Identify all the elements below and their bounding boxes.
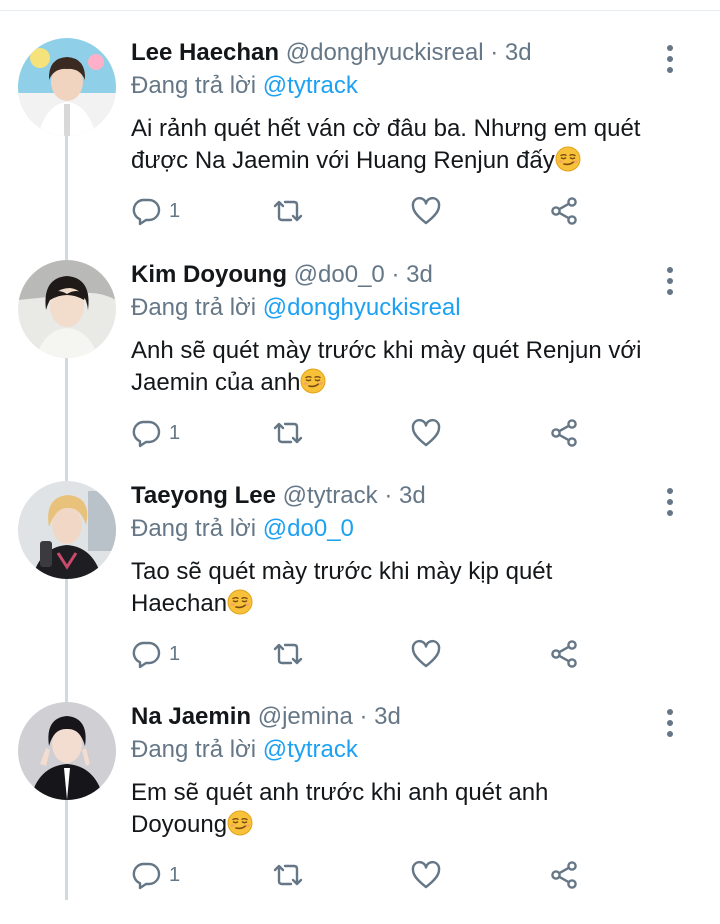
timestamp[interactable]: 3d [505,39,532,66]
avatar[interactable] [18,481,116,579]
retweet-button[interactable] [271,639,305,669]
timestamp[interactable]: 3d [406,261,433,288]
reply-icon [131,418,161,448]
share-button[interactable] [549,639,579,669]
display-name[interactable]: Lee Haechan [131,39,279,66]
separator-dot: · [359,703,368,730]
smirk-emoji-icon [227,589,253,615]
reply-prefix: Đang trả lời [131,515,257,542]
reply-context: Đang trả lời @tytrack [131,735,651,765]
retweet-button[interactable] [271,196,305,226]
reply-target-link[interactable]: @tytrack [263,736,358,763]
share-button[interactable] [549,418,579,448]
separator-dot: · [384,482,393,509]
user-handle[interactable]: @tytrack [283,482,378,509]
retweet-icon [271,639,305,669]
tweet-text: Em sẽ quét anh trước khi anh quét anh Do… [131,777,611,841]
reply-count: 1 [169,642,181,665]
smirk-emoji-icon [227,810,253,836]
tweet-item[interactable]: Lee Haechan @donghyuckisreal · 3d Đang t… [0,38,720,260]
tweet-actions: 1 [131,196,591,226]
display-name[interactable]: Na Jaemin [131,703,251,730]
user-handle[interactable]: @do0_0 [294,261,385,288]
more-icon[interactable] [658,42,682,76]
tweet-actions: 1 [131,418,591,448]
reply-button[interactable]: 1 [131,196,180,226]
display-name[interactable]: Kim Doyoung [131,261,287,288]
separator-dot: · [490,39,499,66]
reply-context: Đang trả lời @tytrack [131,71,651,101]
reply-count: 1 [169,199,181,222]
user-handle[interactable]: @jemina [258,703,353,730]
reply-button[interactable]: 1 [131,860,180,890]
reply-target-link[interactable]: @tytrack [263,72,358,99]
tweet-item[interactable]: Na Jaemin @jemina · 3d Đang trả lời @tyt… [0,702,720,924]
more-icon[interactable] [658,485,682,519]
smirk-emoji-icon [555,146,581,172]
more-icon[interactable] [658,264,682,298]
share-icon [549,196,579,226]
reply-context: Đang trả lời @do0_0 [131,514,651,544]
like-icon [410,860,442,890]
tweet-actions: 1 [131,860,591,890]
more-icon[interactable] [658,706,682,740]
reply-target-link[interactable]: @donghyuckisreal [263,294,461,321]
reply-prefix: Đang trả lời [131,294,257,321]
reply-target-link[interactable]: @do0_0 [263,515,354,542]
reply-button[interactable]: 1 [131,418,180,448]
like-button[interactable] [410,860,442,890]
like-icon [410,196,442,226]
timestamp[interactable]: 3d [374,703,401,730]
retweet-button[interactable] [271,860,305,890]
top-divider [0,10,720,11]
avatar[interactable] [18,260,116,358]
display-name[interactable]: Taeyong Lee [131,482,276,509]
reply-context: Đang trả lời @donghyuckisreal [131,293,651,323]
like-button[interactable] [410,196,442,226]
share-icon [549,418,579,448]
timestamp[interactable]: 3d [399,482,426,509]
tweet-text-content: Em sẽ quét anh trước khi anh quét anh Do… [131,779,549,838]
tweet-text-content: Anh sẽ quét mày trước khi mày quét Renju… [131,337,642,396]
reply-button[interactable]: 1 [131,639,180,669]
reply-icon [131,860,161,890]
share-icon [549,860,579,890]
tweet-text-content: Tao sẽ quét mày trước khi mày kịp quét H… [131,558,553,617]
smirk-emoji-icon [300,368,326,394]
tweet-actions: 1 [131,639,591,669]
user-handle[interactable]: @donghyuckisreal [286,39,484,66]
retweet-icon [271,418,305,448]
reply-prefix: Đang trả lời [131,736,257,763]
like-button[interactable] [410,418,442,448]
share-button[interactable] [549,196,579,226]
tweet-item[interactable]: Kim Doyoung @do0_0 · 3d Đang trả lời @do… [0,260,720,482]
tweet-text: Tao sẽ quét mày trước khi mày kịp quét H… [131,556,631,620]
reply-icon [131,639,161,669]
tweet-item[interactable]: Taeyong Lee @tytrack · 3d Đang trả lời @… [0,481,720,703]
tweet-text: Ai rảnh quét hết ván cờ đâu ba. Nhưng em… [131,113,671,177]
retweet-icon [271,196,305,226]
reply-prefix: Đang trả lời [131,72,257,99]
retweet-icon [271,860,305,890]
share-button[interactable] [549,860,579,890]
reply-count: 1 [169,863,181,886]
retweet-button[interactable] [271,418,305,448]
reply-count: 1 [169,421,181,444]
avatar[interactable] [18,702,116,800]
reply-icon [131,196,161,226]
share-icon [549,639,579,669]
avatar[interactable] [18,38,116,136]
tweet-text: Anh sẽ quét mày trước khi mày quét Renju… [131,335,651,399]
like-icon [410,418,442,448]
separator-dot: · [391,261,400,288]
like-icon [410,639,442,669]
like-button[interactable] [410,639,442,669]
